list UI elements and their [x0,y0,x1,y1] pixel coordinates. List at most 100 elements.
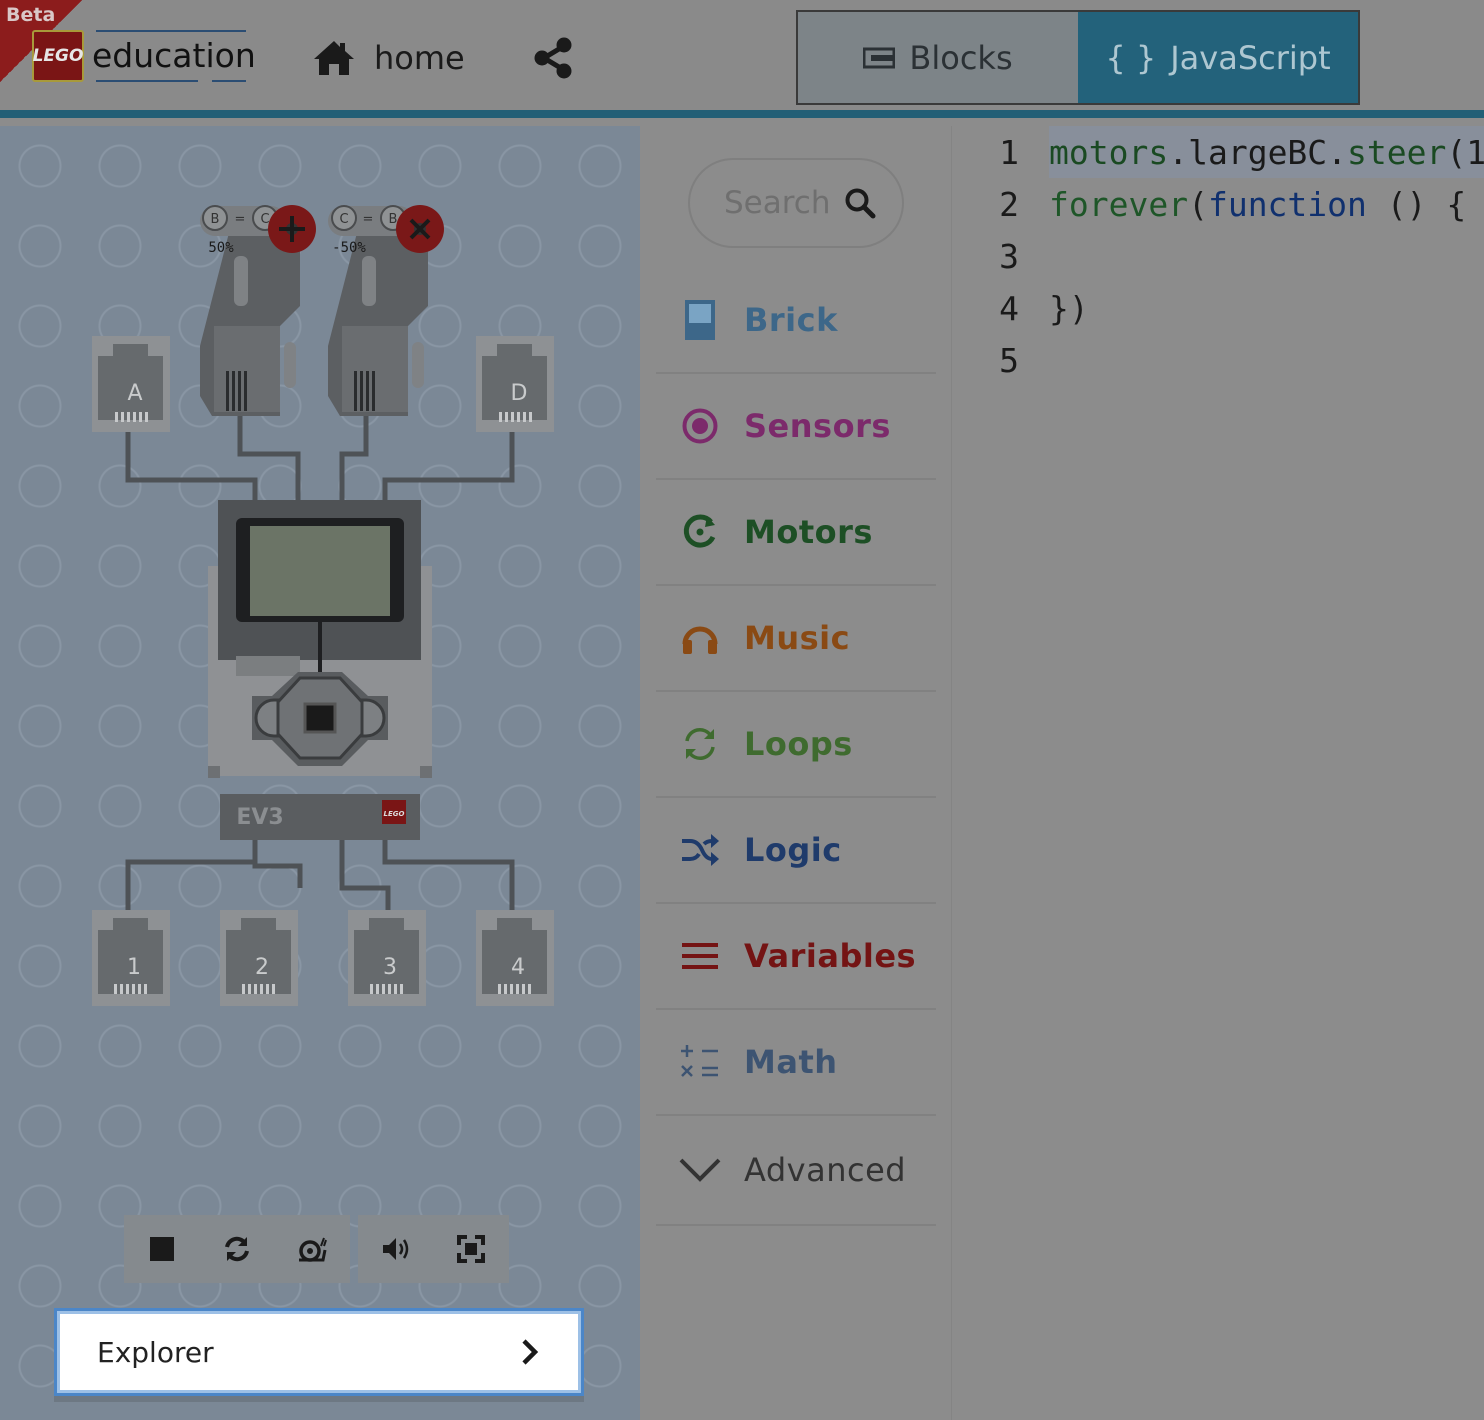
logic-icon [682,834,719,866]
category-variables[interactable]: Variables [656,904,936,1010]
svg-text:=: = [363,212,374,227]
port-2[interactable]: 2 [220,910,298,1006]
category-label: Sensors [744,407,891,445]
toolbox-search[interactable] [688,158,904,248]
code-token: steer [1347,132,1447,172]
search-input[interactable] [724,185,844,221]
brand-underline [96,30,246,32]
motor-link-label: C [260,212,269,227]
stop-icon [149,1237,174,1261]
port-label: A [127,381,142,406]
sound-icon [382,1238,408,1260]
center-button[interactable] [303,702,337,734]
code-line[interactable]: 5 [953,334,1019,386]
port-1[interactable]: 1 [92,910,170,1006]
motors-icon [683,514,716,548]
motor-link-label: B [211,212,220,227]
port-4[interactable]: 4 [476,910,554,1006]
blocks-tab[interactable]: Blocks [798,12,1078,103]
fullscreen-icon [456,1235,485,1263]
music-icon [682,626,718,654]
home-button[interactable]: home [312,36,465,80]
line-number: 5 [999,340,1019,380]
slow-motion-button[interactable] [274,1215,349,1283]
motor-c[interactable]: C = B -50% [328,205,444,416]
search-icon[interactable] [844,187,876,219]
category-motors[interactable]: Motors [656,480,936,586]
home-icon [314,41,354,75]
sound-button[interactable] [358,1215,433,1283]
code-token: ( [1188,184,1208,224]
brand-underline [212,80,246,82]
explorer-button[interactable]: Explorer [54,1308,584,1396]
javascript-tab[interactable]: { } JavaScript [1078,12,1358,103]
code-token: largeBC [1188,132,1328,172]
code-token: (1 [1446,132,1484,172]
port-label: D [511,381,528,406]
category-label: Music [744,619,851,657]
code-line[interactable]: 4}) [953,282,1089,334]
line-number: 1 [999,132,1019,172]
lego-logo[interactable]: LEGO [32,30,84,82]
category-loops[interactable]: Loops [656,692,936,798]
beta-label: Beta [6,4,56,26]
restart-icon [224,1236,249,1262]
category-math[interactable]: Math [656,1010,936,1116]
code-editor[interactable]: 1 motors.largeBC.steer(1 2 forever(functio… [953,126,1484,1420]
blocks-label: Blocks [909,38,1013,77]
motor-speed: -50% [332,240,366,256]
fullscreen-button[interactable] [433,1215,508,1283]
code-token: motors [1049,132,1169,172]
code-token: forever [1049,184,1189,224]
ev3-simulator: A D B = C 50% C = B -50% EV3 LEGO 1 2 3 … [92,205,554,1006]
category-brick[interactable]: Brick [656,268,936,374]
port-d[interactable]: D [476,336,554,432]
motor-link-label: C [339,212,348,227]
svg-text:=: = [235,212,246,227]
code-token: . [1327,132,1348,172]
code-text: }) [1049,289,1089,328]
share-button[interactable] [532,36,576,80]
explorer-label: Explorer [97,1335,214,1369]
editor-toggle: Blocks { } JavaScript [796,10,1360,105]
code-text: forever(function () { [1049,185,1466,224]
share-icon [534,37,572,79]
line-number: 2 [999,184,1019,224]
simulator-run-controls [124,1215,350,1283]
math-icon [681,1045,718,1077]
port-label: 4 [511,955,525,980]
loops-icon [685,728,715,760]
code-braces-icon: { } [1105,38,1157,77]
code-line[interactable]: 1 motors.largeBC.steer(1 [953,126,1484,178]
category-advanced[interactable]: Advanced [656,1116,936,1226]
port-label: 1 [127,955,141,980]
home-label: home [374,39,465,77]
top-menu-bar: Beta LEGO education home Blocks { } Java… [0,0,1484,118]
code-line[interactable]: 2 forever(function () { [953,178,1466,230]
code-token: () { [1366,184,1467,224]
code-line[interactable]: 3 [953,230,1019,282]
category-label: Advanced [744,1151,907,1189]
category-music[interactable]: Music [656,586,936,692]
category-label: Loops [744,725,853,763]
category-sensors[interactable]: Sensors [656,374,936,480]
brand-underline [96,80,198,82]
code-token: . [1168,132,1189,172]
line-number: 3 [999,236,1019,276]
restart-button[interactable] [199,1215,274,1283]
stop-button[interactable] [124,1215,199,1283]
brick-model: EV3 [236,805,283,830]
category-logic[interactable]: Logic [656,798,936,904]
port-label: 2 [255,955,269,980]
code-token: function [1207,184,1367,224]
category-label: Brick [744,301,838,339]
port-a[interactable]: A [92,336,170,432]
variables-icon [682,943,718,969]
port-3[interactable]: 3 [348,910,426,1006]
brand-name[interactable]: education [92,36,256,75]
category-label: Math [744,1043,838,1081]
motor-link-label: B [389,212,398,227]
toolbox: Brick Sensors Motors Music Loops Logic V… [640,126,952,1420]
code-text: motors.largeBC.steer(1 [1049,133,1484,172]
motor-b[interactable]: B = C 50% [200,205,316,416]
